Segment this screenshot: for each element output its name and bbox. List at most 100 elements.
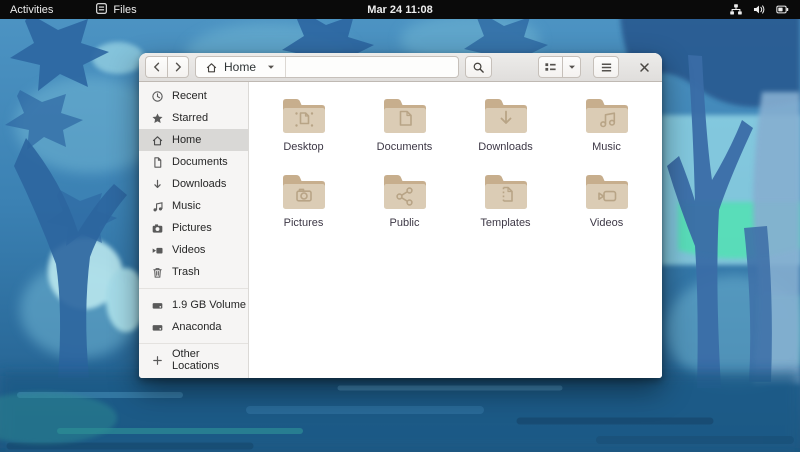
close-button[interactable] — [632, 56, 656, 78]
hamburger-menu-button[interactable] — [593, 56, 619, 78]
folder-icon — [282, 99, 325, 133]
folder-icon — [484, 175, 527, 209]
star-icon — [150, 111, 164, 125]
view-list-button[interactable] — [538, 56, 562, 78]
download-arrow-icon — [150, 177, 164, 191]
search-button[interactable] — [465, 56, 492, 78]
app-menu-button[interactable]: Files — [85, 0, 146, 19]
back-button[interactable] — [145, 56, 167, 78]
file-name: Desktop — [283, 141, 324, 153]
file-name: Pictures — [283, 217, 324, 229]
sidebar-label: Trash — [172, 266, 200, 278]
file-item-documents[interactable]: Documents — [354, 89, 455, 159]
window-body: Recent Starred Home Documents Downloads … — [139, 82, 662, 378]
sidebar-separator — [139, 288, 248, 289]
sidebar-item-downloads[interactable]: Downloads — [139, 173, 248, 195]
path-segment-home[interactable]: Home — [196, 57, 287, 77]
file-item-videos[interactable]: Videos — [556, 165, 657, 235]
document-icon — [150, 155, 164, 169]
sidebar-label: Videos — [172, 244, 206, 256]
file-item-downloads[interactable]: Downloads — [455, 89, 556, 159]
home-icon — [206, 62, 217, 72]
folder-icon — [282, 175, 325, 209]
sidebar: Recent Starred Home Documents Downloads … — [139, 82, 249, 378]
sidebar-label: Other Locations — [172, 348, 220, 372]
file-item-templates[interactable]: Templates — [455, 165, 556, 235]
view-options-button[interactable] — [562, 56, 581, 78]
sidebar-item-trash[interactable]: Trash — [139, 261, 248, 283]
sidebar-item-pictures[interactable]: Pictures — [139, 217, 248, 239]
nav-buttons — [145, 56, 189, 78]
sidebar-label: Music — [172, 200, 201, 212]
sidebar-item-home[interactable]: Home — [139, 129, 248, 151]
folder-icon — [484, 99, 527, 133]
clock-label: Mar 24 11:08 — [367, 3, 433, 16]
back-icon — [153, 62, 159, 72]
sidebar-item-videos[interactable]: Videos — [139, 239, 248, 261]
view-toggle-group — [538, 56, 581, 78]
file-name: Downloads — [478, 141, 533, 153]
app-menu-label: Files — [113, 3, 137, 16]
music-note-icon — [150, 199, 164, 213]
sidebar-label: Starred — [172, 112, 209, 124]
chevron-down-icon — [268, 65, 275, 69]
sidebar-label: Home — [172, 134, 202, 146]
file-view[interactable]: Desktop Documents Downloads Music Pictur… — [249, 82, 662, 378]
file-item-public[interactable]: Public — [354, 165, 455, 235]
files-app-icon — [95, 2, 108, 18]
hamburger-menu-icon — [601, 63, 611, 71]
activities-label: Activities — [10, 3, 54, 16]
sidebar-item-anaconda[interactable]: Anaconda — [139, 316, 248, 338]
folder-icon — [383, 175, 426, 209]
sidebar-label: 1.9 GB Volume — [172, 299, 246, 311]
headerbar: Home — [139, 53, 662, 82]
sidebar-item-volume[interactable]: 1.9 GB Volume — [139, 294, 248, 316]
path-bar[interactable]: Home — [195, 56, 459, 78]
file-name: Public — [389, 217, 420, 229]
plus-icon — [150, 353, 164, 367]
files-window: Home Recent Starred Home Documents Downl… — [139, 53, 662, 378]
sidebar-label: Pictures — [172, 222, 212, 234]
volume-icon — [752, 3, 766, 16]
forward-icon — [175, 62, 182, 72]
home-icon — [150, 133, 164, 147]
icon-grid: Desktop Documents Downloads Music Pictur… — [253, 89, 662, 235]
sidebar-item-recent[interactable]: Recent — [139, 85, 248, 107]
file-item-desktop[interactable]: Desktop — [253, 89, 354, 159]
folder-icon — [585, 175, 628, 209]
desktop-screen: { "topbar": { "activities_label": "Activ… — [0, 0, 800, 452]
folder-icon — [383, 99, 426, 133]
file-item-music[interactable]: Music — [556, 89, 657, 159]
sidebar-label: Documents — [172, 156, 228, 168]
hard-drive-icon — [150, 320, 164, 334]
file-name: Videos — [589, 217, 624, 229]
close-icon — [639, 62, 649, 72]
video-camera-icon — [150, 243, 164, 257]
battery-icon — [775, 3, 790, 16]
top-bar: Activities Files Mar 24 11:08 — [0, 0, 800, 19]
trash-icon — [150, 265, 164, 279]
recent-clock-icon — [150, 89, 164, 103]
view-dropdown-icon — [568, 65, 575, 69]
search-icon — [473, 62, 484, 73]
sidebar-label: Recent — [172, 90, 207, 102]
camera-icon — [150, 221, 164, 235]
system-status-area[interactable] — [725, 0, 794, 19]
forward-button[interactable] — [167, 56, 189, 78]
view-list-icon — [545, 63, 556, 71]
file-name: Templates — [480, 217, 531, 229]
folder-icon — [585, 99, 628, 133]
file-name: Documents — [376, 141, 433, 153]
sidebar-item-music[interactable]: Music — [139, 195, 248, 217]
file-item-pictures[interactable]: Pictures — [253, 165, 354, 235]
location-label: Home — [224, 60, 257, 74]
sidebar-item-other-locations[interactable]: Other Locations — [139, 348, 248, 372]
sidebar-label: Anaconda — [172, 321, 222, 333]
file-name: Music — [592, 141, 621, 153]
sidebar-item-starred[interactable]: Starred — [139, 107, 248, 129]
sidebar-item-documents[interactable]: Documents — [139, 151, 248, 173]
hard-drive-icon — [150, 298, 164, 312]
network-wired-icon — [729, 3, 743, 16]
activities-button[interactable]: Activities — [0, 0, 63, 19]
sidebar-separator — [139, 343, 248, 344]
